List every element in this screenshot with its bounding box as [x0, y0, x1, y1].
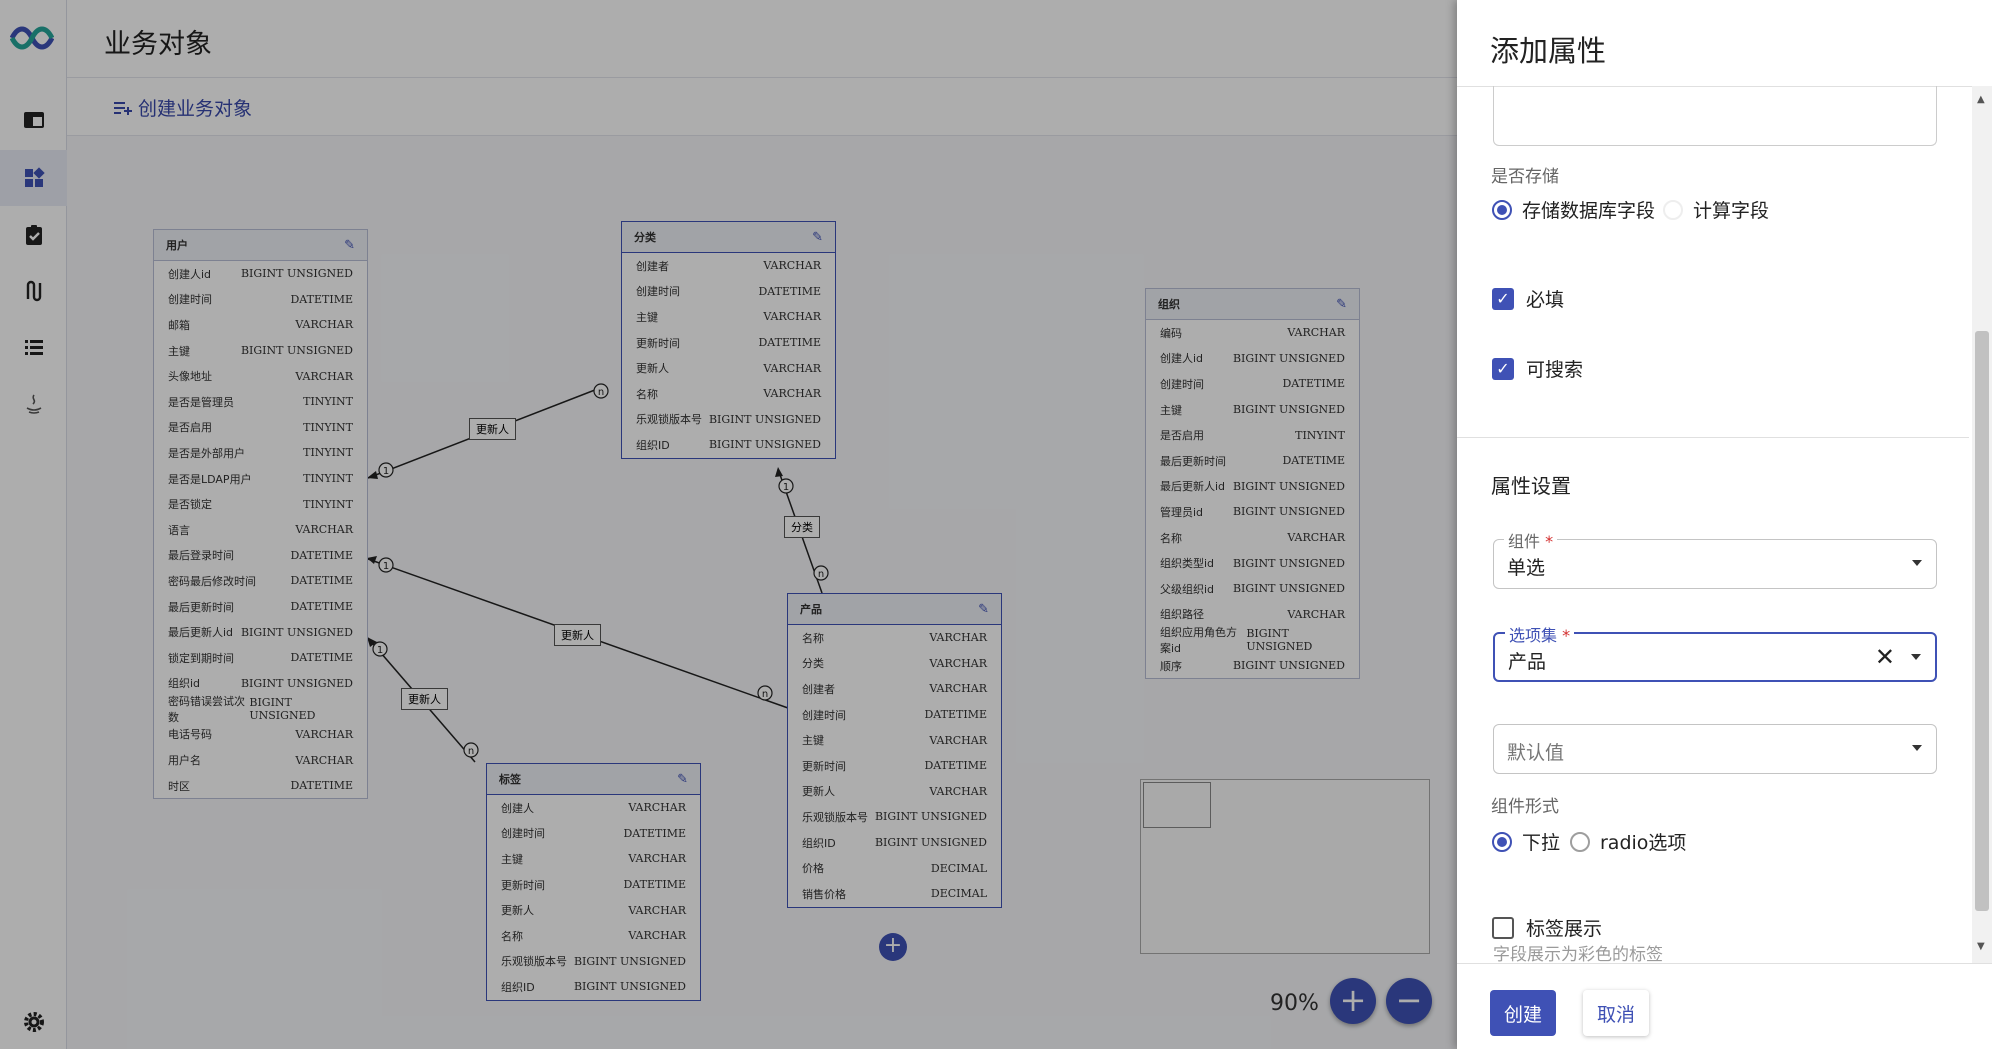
checkbox-label: 可搜索: [1526, 359, 1584, 381]
section-divider: [1457, 437, 1969, 438]
default-value-select[interactable]: 默认值: [1493, 724, 1937, 774]
chevron-down-icon: [1911, 654, 1921, 660]
radio-label: 下拉: [1522, 832, 1561, 854]
radio-unchecked-icon: [1663, 199, 1683, 220]
radio-unchecked-icon: [1570, 831, 1590, 852]
modal-backdrop[interactable]: [0, 0, 1457, 1049]
cancel-button[interactable]: 取消: [1583, 990, 1650, 1036]
field-value: 单选: [1507, 557, 1546, 579]
app-root: 业务对象 创建业务对象 1 n 1 n 1 n 1 n 更新人 分类 更新人 更…: [0, 0, 1992, 1049]
radio-label: 计算字段: [1693, 200, 1770, 222]
field-placeholder: 默认值: [1507, 742, 1565, 764]
scroll-up-icon[interactable]: ▲: [1977, 94, 1985, 105]
radio-checked-icon: [1492, 831, 1512, 852]
scroll-down-icon[interactable]: ▼: [1977, 941, 1985, 952]
scroll-thumb[interactable]: [1975, 331, 1989, 911]
field-label: 组件 *: [1504, 528, 1558, 552]
clear-icon[interactable]: ✕: [1875, 643, 1895, 671]
chevron-down-icon: [1912, 745, 1922, 751]
option-set-select[interactable]: 选项集 * 产品 ✕: [1493, 622, 1937, 682]
add-attribute-drawer: 添加属性 是否存储 存储数据库字段 计算字段 ✓ 必填 ✓ 可搜索 属性设置 组件 …: [1457, 0, 1992, 1049]
checkbox-checked-icon: ✓: [1492, 357, 1514, 380]
drawer-scrollbar[interactable]: ▲ ▼: [1972, 86, 1992, 963]
tag-display-hint: 字段展示为彩色的标签: [1493, 945, 1663, 965]
component-select[interactable]: 组件 * 单选: [1493, 528, 1937, 589]
checkbox-searchable[interactable]: ✓ 可搜索: [1492, 355, 1583, 382]
storage-label: 是否存储: [1491, 167, 1559, 187]
field-value: 产品: [1508, 651, 1547, 673]
chevron-down-icon: [1912, 560, 1922, 566]
checkbox-label: 标签展示: [1526, 918, 1603, 940]
checkbox-required[interactable]: ✓ 必填: [1492, 285, 1564, 312]
radio-label: 存储数据库字段: [1522, 200, 1656, 222]
create-button[interactable]: 创建: [1490, 990, 1557, 1036]
section-title: 属性设置: [1491, 474, 1571, 498]
description-textarea[interactable]: [1493, 86, 1937, 146]
radio-label: radio选项: [1600, 832, 1687, 854]
drawer-footer: 创建 取消: [1457, 963, 1992, 1049]
radio-radio-option[interactable]: radio选项: [1570, 828, 1686, 855]
checkbox-tag-display[interactable]: 标签展示: [1492, 914, 1602, 941]
radio-computed[interactable]: 计算字段: [1663, 196, 1769, 223]
radio-dropdown[interactable]: 下拉: [1492, 828, 1560, 855]
checkbox-label: 必填: [1526, 289, 1565, 311]
form-label: 组件形式: [1491, 797, 1559, 817]
radio-checked-icon: [1492, 199, 1512, 220]
checkbox-checked-icon: ✓: [1492, 287, 1514, 310]
drawer-title: 添加属性: [1490, 34, 1607, 68]
checkbox-unchecked-icon: [1492, 916, 1514, 939]
field-label: 选项集 *: [1505, 622, 1575, 646]
radio-store-db[interactable]: 存储数据库字段: [1492, 196, 1655, 223]
